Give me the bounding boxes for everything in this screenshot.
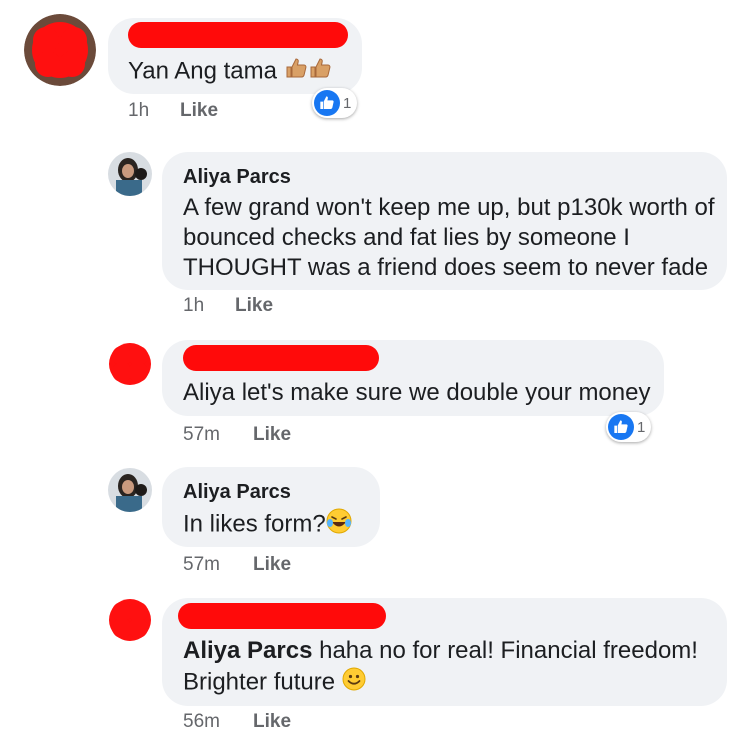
like-button[interactable]: Like (235, 295, 273, 317)
redacted-author-name (183, 345, 379, 371)
comment-text: Aliya let's make sure we double your mon… (183, 379, 651, 406)
comment-text-line-2: Brighter future (183, 667, 366, 699)
like-button[interactable]: Like (253, 424, 291, 446)
thumbs-up-icon (308, 56, 332, 88)
thumbs-up-icon (284, 56, 308, 88)
comment-text: In likes form? (183, 508, 352, 542)
laughing-tears-icon (326, 508, 352, 542)
comment-author[interactable]: Aliya Parcs (183, 166, 291, 189)
reaction-badge[interactable]: 1 (312, 88, 358, 118)
redacted-author-name (128, 22, 348, 48)
avatar-redacted[interactable] (108, 598, 152, 642)
comment-timestamp: 57m (183, 554, 220, 575)
like-reaction-icon (314, 90, 340, 116)
like-button[interactable]: Like (180, 100, 218, 122)
redacted-author-name (178, 603, 386, 629)
comment-timestamp: 57m (183, 424, 220, 445)
avatar-redacted[interactable] (24, 14, 96, 86)
comment-text-line-1: Aliya Parcs haha no for real! Financial … (183, 637, 698, 664)
avatar-aliya-parcs[interactable] (108, 468, 152, 512)
comment-timestamp: 1h (128, 100, 150, 121)
comment-text: Yan Ang tama (128, 56, 332, 88)
comment-text-line-3: THOUGHT was a friend does seem to never … (183, 254, 709, 281)
avatar-aliya-parcs[interactable] (108, 152, 152, 196)
comment-text-line-1: A few grand won't keep me up, but p130k … (183, 194, 715, 221)
comment-text-line-2: bounced checks and fat lies by someone I (183, 224, 630, 251)
like-reaction-icon (608, 414, 634, 440)
comment-author[interactable]: Aliya Parcs (183, 481, 291, 504)
avatar-redacted[interactable] (108, 342, 152, 386)
mention-link[interactable]: Aliya Parcs (183, 637, 312, 664)
reaction-badge[interactable]: 1 (606, 412, 652, 442)
smiley-icon (342, 667, 366, 699)
comment-timestamp: 56m (183, 711, 220, 732)
like-button[interactable]: Like (253, 554, 291, 576)
comment-timestamp: 1h (183, 295, 205, 316)
reaction-count: 1 (637, 418, 646, 436)
like-button[interactable]: Like (253, 711, 291, 733)
reaction-count: 1 (343, 94, 352, 112)
